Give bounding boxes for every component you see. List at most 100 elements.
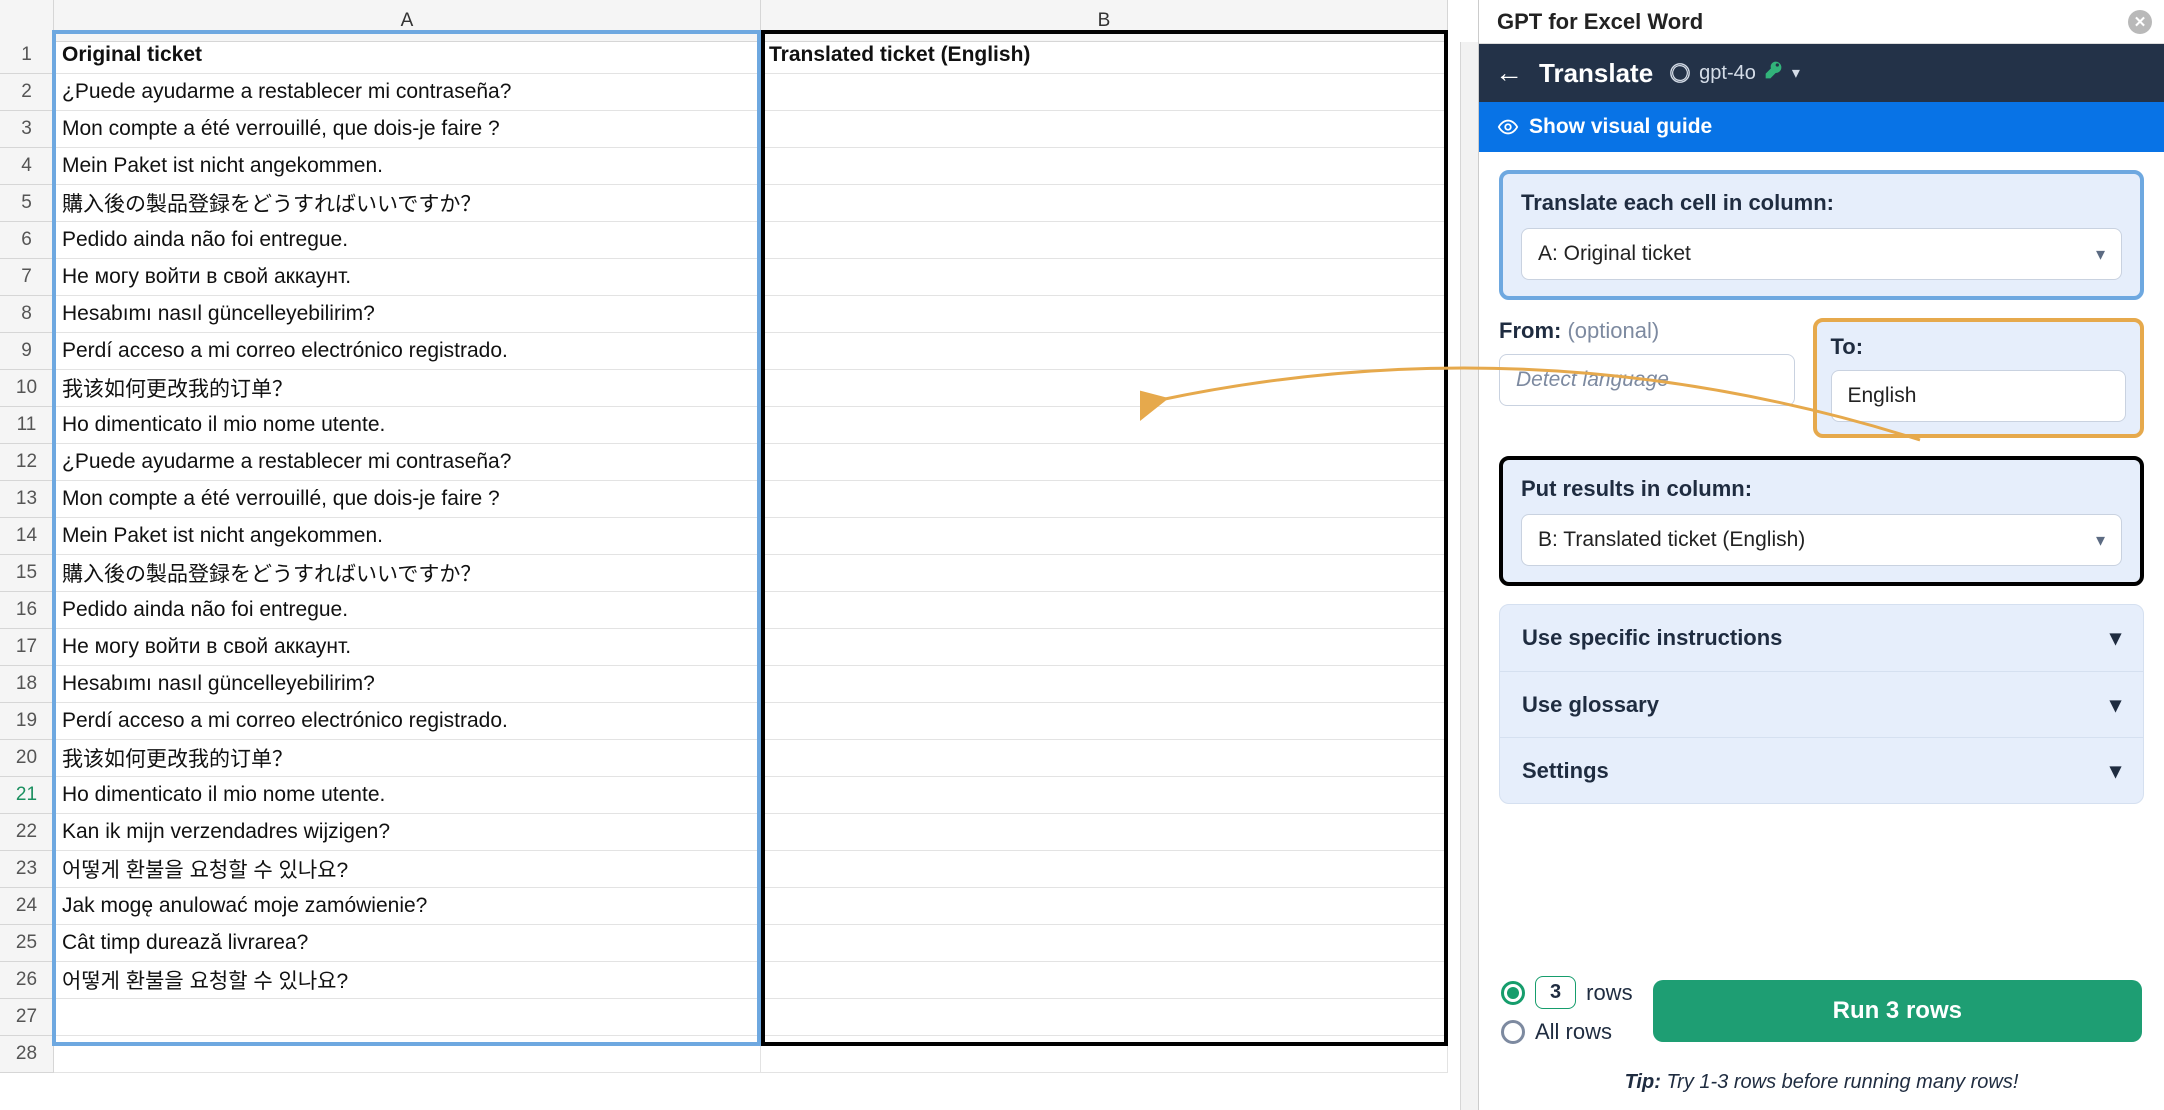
row-header[interactable]: 17 <box>0 629 54 666</box>
vertical-scrollbar[interactable] <box>1460 42 1478 1110</box>
cell[interactable]: Не могу войти в свой аккаунт. <box>54 259 761 296</box>
cell[interactable]: 我该如何更改我的订单？ <box>54 740 761 777</box>
accordion-settings[interactable]: Settings ▾ <box>1500 737 2143 803</box>
cell[interactable]: Pedido ainda não foi entregue. <box>54 592 761 629</box>
row-header[interactable]: 15 <box>0 555 54 592</box>
dest-column-select[interactable]: B: Translated ticket (English) ▾ <box>1521 514 2122 566</box>
row-header[interactable]: 14 <box>0 518 54 555</box>
to-language-input[interactable]: English <box>1831 370 2127 422</box>
visual-guide-bar[interactable]: Show visual guide <box>1479 102 2164 152</box>
row-header[interactable]: 4 <box>0 148 54 185</box>
source-column-select[interactable]: A: Original ticket ▾ <box>1521 228 2122 280</box>
row-header[interactable]: 23 <box>0 851 54 888</box>
row-header[interactable]: 3 <box>0 111 54 148</box>
cell[interactable] <box>761 1036 1448 1073</box>
cell[interactable]: Mon compte a été verrouillé, que dois-je… <box>54 481 761 518</box>
cell[interactable] <box>761 444 1448 481</box>
rows-count-radio[interactable]: 3 rows <box>1501 976 1633 1009</box>
cell[interactable] <box>761 481 1448 518</box>
cell[interactable]: Не могу войти в свой аккаунт. <box>54 629 761 666</box>
row-header[interactable]: 20 <box>0 740 54 777</box>
back-arrow-icon[interactable]: ← <box>1495 57 1523 89</box>
cell[interactable] <box>761 629 1448 666</box>
cell[interactable] <box>761 370 1448 407</box>
row-header[interactable]: 6 <box>0 222 54 259</box>
cell[interactable]: Perdí acceso a mi correo electrónico reg… <box>54 703 761 740</box>
cell[interactable]: 我该如何更改我的订单？ <box>54 370 761 407</box>
cell[interactable] <box>761 777 1448 814</box>
close-panel-button[interactable]: ✕ <box>2128 10 2152 34</box>
cell[interactable]: Kan ik mijn verzendadres wijzigen? <box>54 814 761 851</box>
row-header[interactable]: 10 <box>0 370 54 407</box>
all-rows-radio[interactable]: All rows <box>1501 1019 1633 1045</box>
cell[interactable] <box>761 851 1448 888</box>
cell[interactable] <box>761 185 1448 222</box>
cell[interactable]: Ho dimenticato il mio nome utente. <box>54 407 761 444</box>
cell[interactable]: Hesabımı nasıl güncelleyebilirim? <box>54 666 761 703</box>
select-all-corner[interactable] <box>0 0 54 42</box>
cell[interactable] <box>761 999 1448 1036</box>
row-header[interactable]: 13 <box>0 481 54 518</box>
cell[interactable] <box>761 333 1448 370</box>
cell[interactable]: Mein Paket ist nicht angekommen. <box>54 518 761 555</box>
row-header[interactable]: 9 <box>0 333 54 370</box>
cell[interactable]: Translated ticket (English) <box>761 37 1448 74</box>
cell[interactable] <box>761 259 1448 296</box>
spreadsheet[interactable]: AB 1Original ticketTranslated ticket (Eng… <box>0 0 1478 1110</box>
cell[interactable] <box>761 592 1448 629</box>
cell[interactable]: 購入後の製品登録をどうすればいいですか？ <box>54 185 761 222</box>
cell[interactable]: ¿Puede ayudarme a restablecer mi contras… <box>54 444 761 481</box>
cell[interactable] <box>761 925 1448 962</box>
row-header[interactable]: 1 <box>0 37 54 74</box>
cell[interactable]: Mon compte a été verrouillé, que dois-je… <box>54 111 761 148</box>
cell[interactable] <box>761 555 1448 592</box>
cell[interactable]: Jak mogę anulować moje zamówienie? <box>54 888 761 925</box>
cell[interactable] <box>761 740 1448 777</box>
run-button[interactable]: Run 3 rows <box>1653 980 2142 1042</box>
model-selector[interactable]: gpt-4o ▾ <box>1669 60 1800 86</box>
cell[interactable] <box>761 888 1448 925</box>
row-header[interactable]: 25 <box>0 925 54 962</box>
accordion-specific-instructions[interactable]: Use specific instructions ▾ <box>1500 605 2143 671</box>
cell[interactable]: ¿Puede ayudarme a restablecer mi contras… <box>54 74 761 111</box>
rows-count-chip[interactable]: 3 <box>1535 976 1576 1009</box>
cell[interactable]: Cât timp durează livrarea? <box>54 925 761 962</box>
cell[interactable] <box>761 111 1448 148</box>
cell[interactable]: 購入後の製品登録をどうすればいいですか？ <box>54 555 761 592</box>
cell[interactable]: Pedido ainda não foi entregue. <box>54 222 761 259</box>
row-header[interactable]: 8 <box>0 296 54 333</box>
cell[interactable]: Perdí acceso a mi correo electrónico reg… <box>54 333 761 370</box>
row-header[interactable]: 28 <box>0 1036 54 1073</box>
cell[interactable] <box>761 296 1448 333</box>
row-header[interactable]: 5 <box>0 185 54 222</box>
cell[interactable] <box>761 74 1448 111</box>
cell[interactable] <box>54 999 761 1036</box>
column-header-b[interactable]: B <box>761 0 1448 42</box>
row-header[interactable]: 19 <box>0 703 54 740</box>
row-header[interactable]: 27 <box>0 999 54 1036</box>
cell[interactable] <box>761 148 1448 185</box>
cell[interactable] <box>761 666 1448 703</box>
cell[interactable]: Hesabımı nasıl güncelleyebilirim? <box>54 296 761 333</box>
cell[interactable] <box>761 814 1448 851</box>
cell[interactable]: Mein Paket ist nicht angekommen. <box>54 148 761 185</box>
cell[interactable] <box>761 962 1448 999</box>
row-header[interactable]: 16 <box>0 592 54 629</box>
cell[interactable]: Original ticket <box>54 37 761 74</box>
row-header[interactable]: 7 <box>0 259 54 296</box>
row-header[interactable]: 11 <box>0 407 54 444</box>
cell[interactable] <box>761 222 1448 259</box>
row-header[interactable]: 26 <box>0 962 54 999</box>
from-language-input[interactable]: Detect language <box>1499 354 1795 406</box>
row-header[interactable]: 12 <box>0 444 54 481</box>
cell[interactable] <box>54 1036 761 1073</box>
cell[interactable]: Ho dimenticato il mio nome utente. <box>54 777 761 814</box>
cell[interactable] <box>761 703 1448 740</box>
accordion-glossary[interactable]: Use glossary ▾ <box>1500 671 2143 737</box>
row-header[interactable]: 22 <box>0 814 54 851</box>
row-header[interactable]: 2 <box>0 74 54 111</box>
column-header-a[interactable]: A <box>54 0 761 42</box>
cell[interactable] <box>761 518 1448 555</box>
cell[interactable]: 어떻게 환불을 요청할 수 있나요? <box>54 962 761 999</box>
cell[interactable] <box>761 407 1448 444</box>
